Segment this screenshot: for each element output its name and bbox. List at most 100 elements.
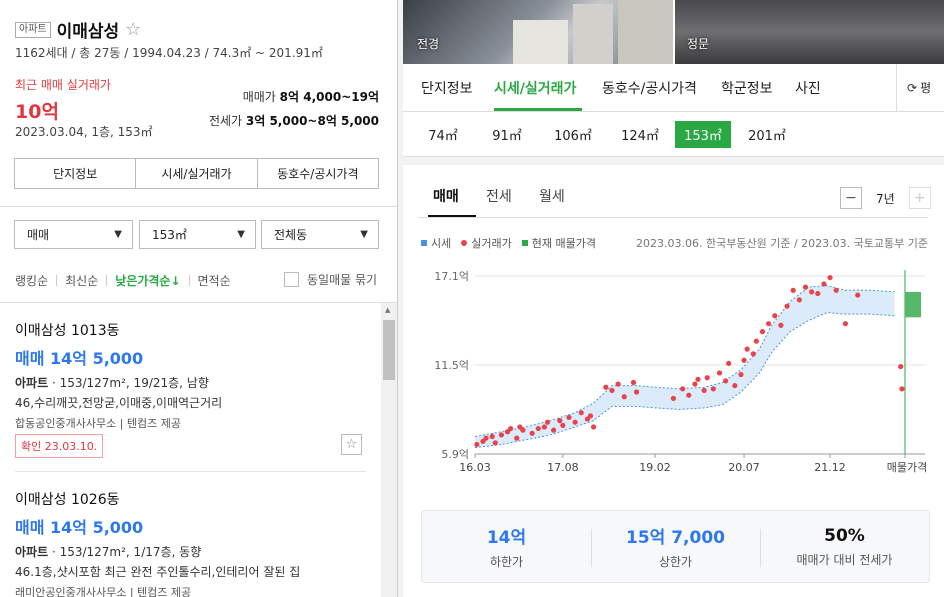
actual-trade-point: [741, 357, 747, 363]
y-tick-label: 5.9억: [441, 448, 469, 461]
lower-bound-label: 하한가: [489, 555, 524, 569]
sort-area[interactable]: 면적순: [198, 272, 231, 289]
period-value: 7년: [876, 191, 895, 206]
actual-trade-point: [578, 410, 584, 416]
lease-range-value: 3억 5,000~8억 5,000: [245, 114, 379, 128]
actual-trade-point: [603, 384, 609, 390]
listing-price: 매매 14억 5,000: [15, 349, 144, 368]
tab-photos[interactable]: 사진: [795, 78, 821, 98]
area-chip-153[interactable]: 153㎡: [675, 121, 731, 148]
actual-trade-point: [529, 430, 535, 436]
area-value: 153㎡: [152, 228, 187, 242]
legend-label-market: 시세: [431, 237, 452, 250]
divider: [0, 206, 397, 207]
subtab-jeonse[interactable]: 전세: [486, 186, 512, 206]
favorite-star-icon[interactable]: ☆: [125, 19, 141, 40]
group-same-listing-checkbox[interactable]: 동일매물 묶기: [284, 271, 377, 288]
sort-separator: [56, 275, 58, 286]
y-tick-label: 11.5억: [434, 359, 469, 372]
listing-kind: 아파트: [15, 376, 49, 390]
sort-low-price[interactable]: 낮은가격순↓: [115, 272, 180, 289]
sort-latest[interactable]: 최신순: [65, 272, 98, 289]
pyeong-toggle-button[interactable]: ⟳ 평: [896, 64, 944, 111]
actual-trade-point: [726, 360, 732, 367]
sale-range-row: 매매가 8억 4,000~19억: [243, 88, 379, 105]
complex-info-button[interactable]: 단지정보: [15, 159, 137, 188]
listing-spec-text: 153/127m², 1/17층, 동향: [59, 545, 202, 559]
legend-swatch: [461, 240, 468, 246]
actual-trade-point: [899, 386, 905, 392]
area-chip-74[interactable]: 74㎡: [415, 121, 471, 148]
sort-ranking[interactable]: 랭킹순: [15, 272, 48, 289]
actual-trade-point: [508, 425, 514, 432]
sort-separator: [106, 275, 108, 286]
listing-kind: 아파트: [15, 545, 49, 559]
unit-price-button[interactable]: 동호수/공시가격: [258, 159, 378, 188]
tab-complex-info[interactable]: 단지정보: [421, 78, 473, 98]
area-chip-91[interactable]: 91㎡: [479, 121, 535, 148]
pyeong-label: 평: [920, 81, 932, 95]
actual-trade-point: [535, 425, 541, 432]
exterior-photo[interactable]: 전경: [403, 0, 673, 64]
actual-trade-point: [796, 297, 802, 303]
dong-select[interactable]: 전체동 ▼: [261, 220, 379, 249]
divider: [0, 302, 397, 303]
lower-bound-value: 14억: [486, 528, 527, 548]
scroll-up-arrow-icon[interactable]: ▲: [385, 306, 390, 314]
area-chip-106[interactable]: 106㎡: [543, 121, 603, 148]
dong-value: 전체동: [274, 228, 308, 242]
actual-trade-point: [566, 414, 572, 421]
lower-bound-stat: 14억 하한가: [422, 511, 591, 582]
listing-item[interactable]: 이매삼성 1013동 매매 14억 5,000 아파트 · 153/127m²,…: [15, 320, 370, 431]
actual-trade-point: [898, 363, 904, 370]
confirm-date-tag: 확인 23.03.10.: [15, 434, 104, 458]
actual-trade-point: [695, 376, 701, 382]
tab-unit-price[interactable]: 동호수/공시가격: [602, 78, 697, 98]
upper-bound-stat: 15억 7,000 상한가: [591, 511, 760, 582]
actual-trade-point: [842, 321, 849, 327]
x-tick-label: 20.07: [728, 461, 760, 474]
trade-type-select[interactable]: 매매 ▼: [14, 220, 133, 249]
period-increase-button[interactable]: +: [908, 187, 931, 209]
listing-agent: 합동공인중개사사무소 | 텐컴즈 제공: [15, 417, 182, 430]
gate-photo[interactable]: 정문: [675, 0, 944, 64]
actual-trade-point: [498, 432, 505, 438]
listing-item[interactable]: 이매삼성 1026동 매매 14억 5,000 아파트 · 153/127m²,…: [15, 489, 370, 597]
subtab-sale[interactable]: 매매: [433, 186, 459, 206]
market-price-band: [475, 285, 895, 448]
scrollbar-thumb[interactable]: [383, 320, 395, 380]
chevron-down-icon: ▼: [237, 229, 245, 240]
actual-trade-point: [738, 371, 744, 378]
actual-trade-point: [633, 389, 640, 395]
actual-trade-point: [855, 292, 861, 298]
actual-trade-point: [670, 395, 677, 401]
trade-type-value: 매매: [27, 228, 50, 242]
actual-trade-point: [744, 346, 750, 352]
period-decrease-button[interactable]: −: [840, 187, 862, 209]
actual-trade-point: [827, 274, 833, 281]
actual-trade-point: [520, 427, 526, 433]
checkbox-box[interactable]: [284, 272, 299, 287]
jeonse-ratio-value: 50%: [824, 525, 865, 546]
actual-trade-point: [753, 338, 759, 344]
price-chart[interactable]: 17.1억 11.5억 5.9억16.03 17.08 19.02 20.07 21.12 매…: [403, 258, 944, 480]
legend-label-listing: 현재 매물가격: [531, 237, 596, 250]
listing-favorite-star-icon[interactable]: ☆: [341, 434, 362, 455]
x-tick-label: 16.03: [459, 461, 491, 474]
price-history-button[interactable]: 시세/실거래가: [136, 159, 258, 188]
actual-trade-point: [809, 289, 815, 295]
subtab-monthly[interactable]: 월세: [539, 186, 565, 206]
tab-school[interactable]: 학군정보: [721, 78, 773, 98]
actual-trade-point: [680, 386, 686, 392]
photo-label-exterior: 전경: [417, 37, 440, 51]
area-chip-201[interactable]: 201㎡: [737, 121, 797, 148]
area-chip-124[interactable]: 124㎡: [610, 121, 670, 148]
chart-legend: 시세 실거래가 현재 매물가격: [421, 235, 606, 251]
agent-name: 래미안공인중개사사무소: [15, 586, 127, 597]
actual-trade-point: [692, 381, 698, 387]
actual-trade-point: [686, 392, 692, 398]
tab-price-history[interactable]: 시세/실거래가: [494, 78, 576, 98]
price-summary-box: 14억 하한가 15억 7,000 상한가 50% 매매가 대비 전세가: [421, 510, 930, 583]
listing-divider: [15, 471, 366, 472]
area-select[interactable]: 153㎡ ▼: [139, 220, 256, 249]
